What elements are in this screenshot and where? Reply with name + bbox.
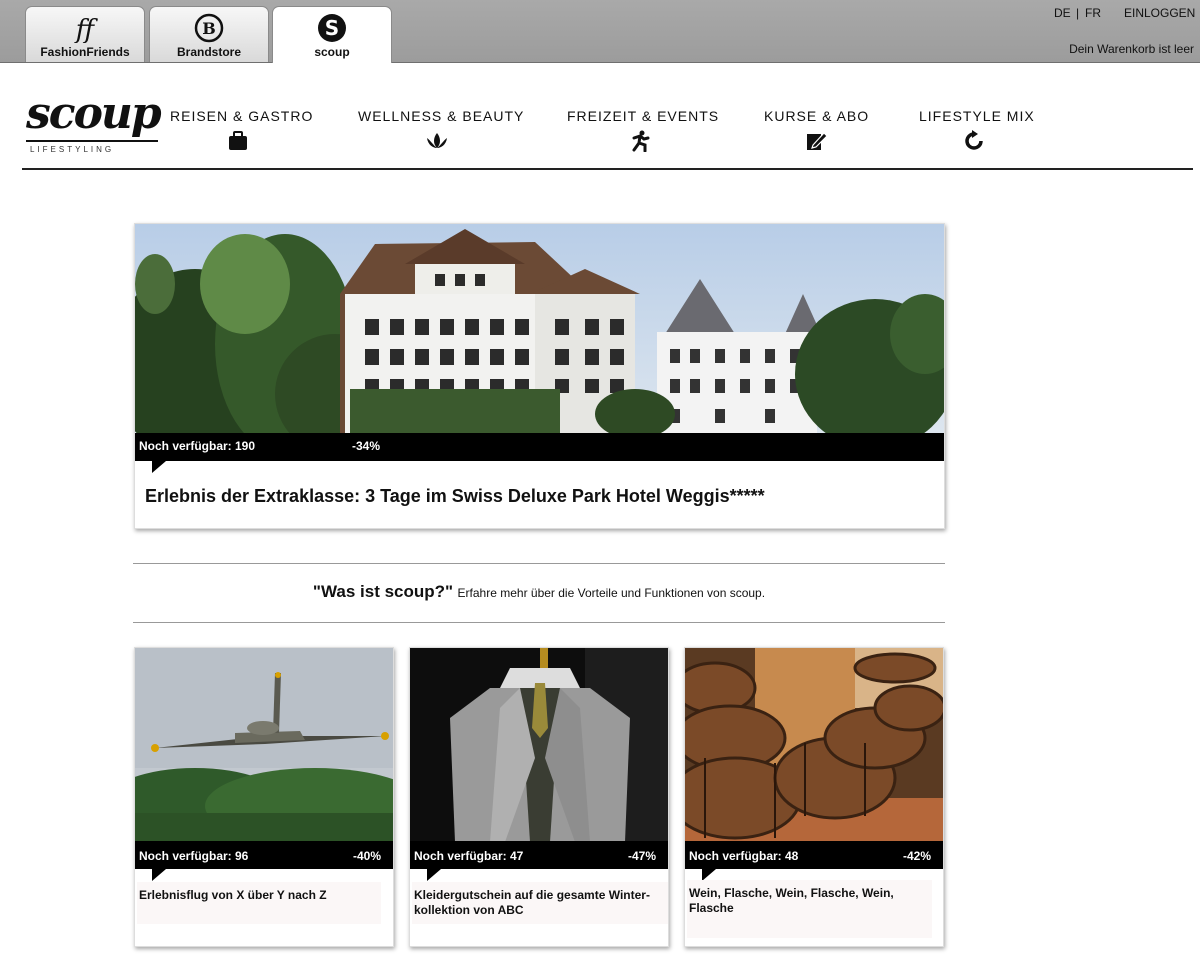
deal-title[interactable]: Wein, Flasche, Wein, Flasche, Wein, Flas… <box>687 880 932 938</box>
deal-info-band: Noch verfügbar: 48 -42% <box>685 841 943 869</box>
nav-lifestyle-mix[interactable]: LIFESTYLE MIX <box>919 108 1035 152</box>
band-pointer <box>427 869 441 881</box>
lang-separator: | <box>1076 6 1080 20</box>
tab-scoup[interactable]: S scoup <box>272 6 392 63</box>
deal-card-flight[interactable]: Noch verfügbar: 96 -40% Erlebnisflug von… <box>134 647 394 947</box>
info-question: "Was ist scoup?" <box>312 582 454 601</box>
availability-label: Noch verfügbar: 48 <box>689 849 799 863</box>
nav-label: KURSE & ABO <box>764 108 870 124</box>
nav-divider <box>22 168 1193 170</box>
edit-pen-icon <box>807 132 828 150</box>
lang-de-link[interactable]: DE <box>1054 6 1071 20</box>
top-bar: ff FashionFriends B Brandstore S scoup D… <box>0 0 1200 63</box>
discount-label: -40% <box>352 849 381 863</box>
tab-label: FashionFriends <box>40 45 130 59</box>
hero-deal-title[interactable]: Erlebnis der Extraklasse: 3 Tage im Swis… <box>145 486 765 507</box>
discount-label: -47% <box>627 849 656 863</box>
deal-card-wine[interactable]: Noch verfügbar: 48 -42% Wein, Flasche, W… <box>684 647 944 947</box>
discount-label: -34% <box>352 439 381 453</box>
cart-status[interactable]: Dein Warenkorb ist leer <box>1069 42 1194 56</box>
availability-label: Noch verfügbar: 190 <box>139 439 256 453</box>
svg-text:B: B <box>202 19 216 38</box>
hero-hotel-image <box>135 224 944 434</box>
lotus-icon <box>427 133 447 148</box>
login-link[interactable]: EINLOGGEN <box>1124 6 1195 20</box>
deal-title[interactable]: Erlebnisflug von X über Y nach Z <box>137 882 381 924</box>
tab-label: scoup <box>314 45 350 59</box>
logo-word: scoup <box>26 88 162 139</box>
nav-kurse-abo[interactable]: KURSE & ABO <box>764 108 868 152</box>
suit-jacket-image <box>410 648 668 842</box>
hero-info-band: Noch verfügbar: 190 -34% <box>135 433 944 461</box>
nav-label: FREIZEIT & EVENTS <box>567 108 720 124</box>
info-text: Erfahre mehr über die Vorteile und Funkt… <box>457 586 766 600</box>
runner-icon <box>632 130 650 152</box>
fashionfriends-logo-icon: ff <box>74 15 99 43</box>
discount-label: -42% <box>902 849 931 863</box>
nav-label: REISEN & GASTRO <box>170 108 314 124</box>
deal-info-band: Noch verfügbar: 96 -40% <box>135 841 393 869</box>
deal-title[interactable]: Kleidergutschein auf die gesamte Winter-… <box>412 882 668 924</box>
svg-text:S: S <box>325 16 339 40</box>
scoup-logo[interactable]: scoup LIFESTYLING <box>26 88 166 154</box>
nav-label: WELLNESS & BEAUTY <box>358 108 525 124</box>
jet-plane-image <box>135 648 393 842</box>
hero-deal-card[interactable]: Noch verfügbar: 190 -34% Erlebnis der Ex… <box>134 223 945 529</box>
suitcase-icon <box>229 131 247 150</box>
scoup-logo-icon: S <box>318 14 346 42</box>
tab-label: Brandstore <box>176 45 241 59</box>
availability-label: Noch verfügbar: 47 <box>414 849 524 863</box>
nav-wellness-beauty[interactable]: WELLNESS & BEAUTY <box>358 108 525 152</box>
availability-label: Noch verfügbar: 96 <box>139 849 249 863</box>
tab-fashionfriends[interactable]: ff FashionFriends <box>25 6 145 62</box>
what-is-scoup-banner[interactable]: "Was ist scoup?" Erfahre mehr über die V… <box>133 582 945 602</box>
svg-text:ff: ff <box>74 15 99 43</box>
deal-info-band: Noch verfügbar: 47 -47% <box>410 841 668 869</box>
band-pointer <box>152 461 166 473</box>
lang-fr-link[interactable]: FR <box>1085 6 1101 20</box>
deal-card-clothing[interactable]: Noch verfügbar: 47 -47% Kleidergutschein… <box>409 647 669 947</box>
nav-reisen-gastro[interactable]: REISEN & GASTRO <box>170 108 314 152</box>
nav-freizeit-events[interactable]: FREIZEIT & EVENTS <box>567 108 720 152</box>
logo-subtitle: LIFESTYLING <box>26 140 158 154</box>
tab-brandstore[interactable]: B Brandstore <box>149 6 269 62</box>
wine-barrels-image <box>685 648 943 842</box>
band-pointer <box>152 869 166 881</box>
nav-label: LIFESTYLE MIX <box>919 108 1035 124</box>
refresh-arrow-icon <box>965 130 983 150</box>
info-divider-bottom <box>133 622 945 623</box>
brandstore-logo-icon: B <box>194 13 224 43</box>
info-divider-top <box>133 563 945 564</box>
